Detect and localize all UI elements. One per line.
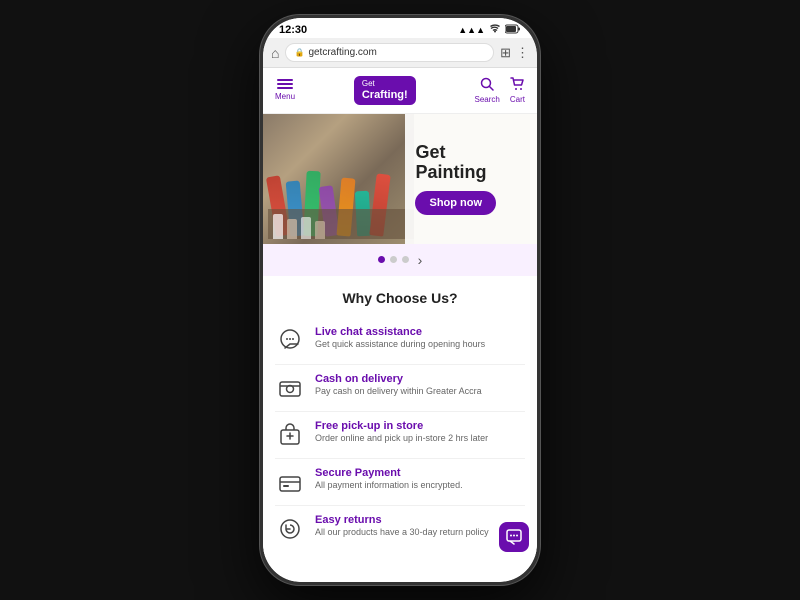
cash-delivery-icon — [275, 373, 305, 403]
cart-nav-item[interactable]: Cart — [510, 77, 525, 104]
site-nav: Menu Get Crafting! Search — [263, 68, 537, 114]
feature-live-chat: Live chat assistance Get quick assistanc… — [275, 318, 525, 365]
pickup-name: Free pick-up in store — [315, 420, 488, 432]
why-title: Why Choose Us? — [275, 290, 525, 306]
easy-returns-name: Easy returns — [315, 514, 489, 526]
chat-fab-button[interactable] — [499, 522, 529, 552]
signal-icon: ▲▲▲ — [458, 25, 485, 35]
pickup-icon — [275, 420, 305, 450]
phone-screen: 12:30 ▲▲▲ ⌂ 🔒 getcrafting.com ⊞ ⋮ — [263, 18, 537, 582]
hamburger-line-3 — [277, 87, 293, 89]
hero-image — [263, 114, 414, 244]
secure-payment-desc: All payment information is encrypted. — [315, 480, 463, 492]
status-time: 12:30 — [279, 24, 307, 36]
feature-pickup: Free pick-up in store Order online and p… — [275, 412, 525, 459]
hero-title: Get Painting — [415, 143, 486, 183]
url-bar[interactable]: 🔒 getcrafting.com — [285, 43, 494, 62]
feature-secure-payment: Secure Payment All payment information i… — [275, 459, 525, 506]
phone-frame: 12:30 ▲▲▲ ⌂ 🔒 getcrafting.com ⊞ ⋮ — [260, 15, 540, 585]
feature-easy-returns: Easy returns All our products have a 30-… — [275, 506, 525, 552]
live-chat-name: Live chat assistance — [315, 326, 485, 338]
lock-icon: 🔒 — [294, 48, 304, 57]
easy-returns-text: Easy returns All our products have a 30-… — [315, 514, 489, 539]
easy-returns-icon — [275, 514, 305, 544]
home-icon[interactable]: ⌂ — [271, 45, 279, 61]
status-bar: 12:30 ▲▲▲ — [263, 18, 537, 38]
live-chat-icon — [275, 326, 305, 356]
search-nav-item[interactable]: Search — [475, 77, 500, 104]
browser-bar: ⌂ 🔒 getcrafting.com ⊞ ⋮ — [263, 38, 537, 68]
secure-payment-icon — [275, 467, 305, 497]
carousel-dot-1[interactable] — [378, 256, 385, 263]
more-options-icon[interactable]: ⋮ — [516, 45, 529, 61]
carousel-next-arrow[interactable]: › — [418, 252, 423, 268]
battery-icon — [505, 24, 521, 36]
pickup-desc: Order online and pick up in-store 2 hrs … — [315, 433, 488, 445]
cash-delivery-text: Cash on delivery Pay cash on delivery wi… — [315, 373, 482, 398]
logo-get-text: Get — [362, 80, 408, 89]
hamburger-line-2 — [277, 83, 293, 85]
hamburger-line-1 — [277, 79, 293, 81]
carousel-dots: › — [263, 244, 537, 276]
browser-actions: ⊞ ⋮ — [500, 45, 529, 61]
url-text: getcrafting.com — [308, 47, 376, 58]
live-chat-text: Live chat assistance Get quick assistanc… — [315, 326, 485, 351]
why-choose-us-section: Why Choose Us? Live chat assistance Get … — [263, 276, 537, 560]
hamburger-menu[interactable]: Menu — [275, 79, 295, 101]
menu-label: Menu — [275, 92, 295, 101]
cash-delivery-desc: Pay cash on delivery within Greater Accr… — [315, 386, 482, 398]
easy-returns-desc: All our products have a 30-day return po… — [315, 527, 489, 539]
secure-payment-name: Secure Payment — [315, 467, 463, 479]
status-icons: ▲▲▲ — [458, 24, 521, 36]
live-chat-desc: Get quick assistance during opening hour… — [315, 339, 485, 351]
search-label: Search — [475, 95, 500, 104]
search-icon — [480, 77, 494, 94]
cart-icon — [510, 77, 524, 94]
cart-label: Cart — [510, 95, 525, 104]
hero-banner: Get Painting Shop now — [263, 114, 537, 244]
feature-cash-delivery: Cash on delivery Pay cash on delivery wi… — [275, 365, 525, 412]
shop-now-button[interactable]: Shop now — [415, 191, 496, 215]
carousel-dot-2[interactable] — [390, 256, 397, 263]
logo-crafting-text: Crafting! — [362, 89, 408, 101]
wifi-icon — [489, 24, 501, 36]
hero-text-area: Get Painting Shop now — [405, 114, 537, 244]
tab-switcher-icon[interactable]: ⊞ — [500, 45, 511, 61]
site-logo[interactable]: Get Crafting! — [354, 76, 416, 105]
nav-actions: Search Cart — [475, 77, 525, 104]
website-content: Menu Get Crafting! Search — [263, 68, 537, 582]
secure-payment-text: Secure Payment All payment information i… — [315, 467, 463, 492]
cash-delivery-name: Cash on delivery — [315, 373, 482, 385]
pickup-text: Free pick-up in store Order online and p… — [315, 420, 488, 445]
carousel-dot-3[interactable] — [402, 256, 409, 263]
